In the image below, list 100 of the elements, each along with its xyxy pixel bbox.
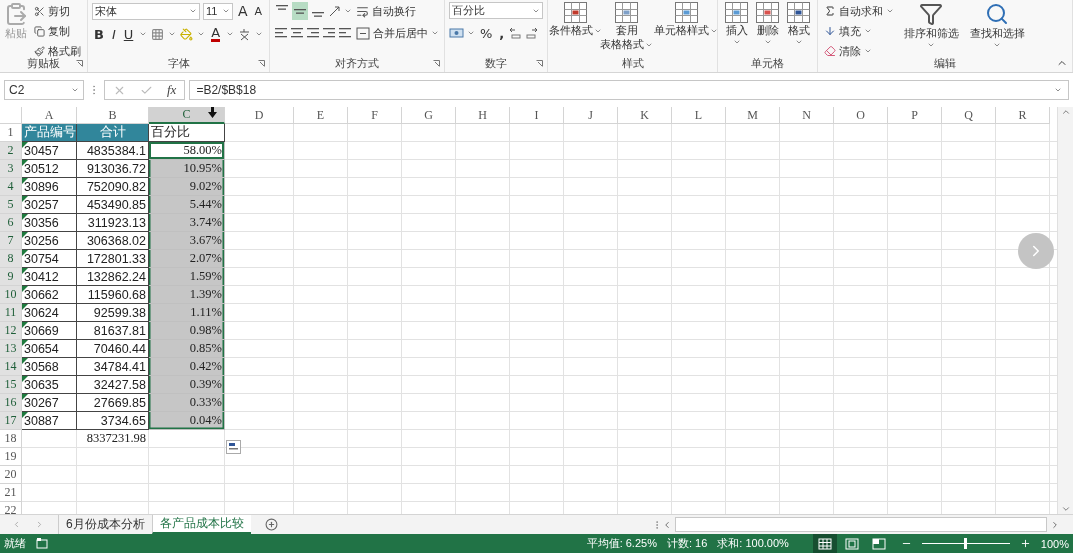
font-color-button[interactable]: A [209,25,223,43]
cells-button[interactable]: 删除 [753,2,782,46]
column-header[interactable]: L [672,107,726,124]
clear-button[interactable]: 清除 [822,42,896,60]
dialog-launcher-icon[interactable] [76,59,83,67]
row-header[interactable]: 11 [0,304,22,322]
underline-button[interactable]: U [121,25,136,43]
sheet-tab[interactable]: 各产品成本比较 [151,515,251,534]
dialog-launcher-icon[interactable] [433,59,440,67]
zoom-level[interactable]: 100% [1040,537,1069,550]
scroll-left-icon[interactable] [662,519,672,530]
currency-icon[interactable] [449,26,464,40]
column-header[interactable]: E [294,107,348,124]
zoom-in-icon[interactable] [1019,538,1031,549]
row-header[interactable]: 20 [0,466,22,484]
clipboard-button[interactable]: 复制 [32,22,83,40]
row-header[interactable]: 7 [0,232,22,250]
column-header[interactable]: Q [942,107,996,124]
column-header[interactable]: I [510,107,564,124]
dialog-launcher-icon[interactable] [258,59,265,67]
wrap-text-button[interactable]: 自动换行 [354,2,418,20]
row-header[interactable]: 10 [0,286,22,304]
row-header[interactable]: 15 [0,376,22,394]
scroll-down-icon[interactable] [1060,504,1071,514]
decrease-indent-icon[interactable] [322,26,336,40]
fill-color-icon[interactable] [180,27,194,41]
normal-view-icon[interactable] [812,534,837,553]
table-cell: 30267 [22,394,77,412]
font-family-field[interactable]: 宋体 [92,2,200,20]
align-right-icon[interactable] [306,26,320,40]
bold-button[interactable]: B [92,25,106,43]
horizontal-scrollbar[interactable] [675,517,1047,532]
cells-button[interactable]: 格式 [784,2,813,46]
comma-button[interactable]: , [497,24,507,42]
column-header[interactable]: A [22,107,77,124]
style-button[interactable]: 套用 表格格式 [600,2,653,51]
row-header[interactable]: 2 [0,142,22,160]
italic-button[interactable]: I [109,25,118,43]
column-header[interactable]: N [780,107,834,124]
autosum-button[interactable]: 自动求和 [822,2,896,20]
row-header[interactable]: 17 [0,412,22,430]
table-cell: 30896 [22,178,77,196]
column-header[interactable]: R [996,107,1050,124]
row-header[interactable]: 16 [0,394,22,412]
column-header[interactable]: M [726,107,780,124]
decrease-decimal-icon[interactable] [525,26,539,40]
add-sheet-icon[interactable] [264,518,278,531]
row-header[interactable]: 13 [0,340,22,358]
column-header[interactable]: D [225,107,294,124]
row-header[interactable]: 1 [0,124,22,142]
shrink-font-button[interactable]: A [252,2,265,20]
column-header[interactable]: K [618,107,672,124]
align-left-icon[interactable] [274,26,288,40]
clipboard-button[interactable]: 剪切 [32,2,83,20]
style-button[interactable]: 单元格样式 [655,2,717,37]
column-header[interactable]: G [402,107,456,124]
align-center-icon[interactable] [290,26,304,40]
column-header[interactable]: H [456,107,510,124]
row-header[interactable]: 9 [0,268,22,286]
vertical-align-button[interactable] [292,2,308,20]
row-header[interactable]: 21 [0,484,22,502]
row-header[interactable]: 14 [0,358,22,376]
dialog-launcher-icon[interactable] [536,59,543,67]
increase-indent-icon[interactable] [338,26,352,40]
row-header[interactable]: 12 [0,322,22,340]
vertical-scrollbar[interactable] [1057,107,1073,514]
merge-center-button[interactable]: 合并后居中 [354,24,441,42]
scroll-right-icon[interactable] [1050,519,1060,530]
column-header[interactable]: P [888,107,942,124]
formula-field[interactable]: =B2/$B$18 [189,80,1069,100]
insert-function-button[interactable]: fx [167,82,177,98]
column-header[interactable]: C [149,107,225,124]
row-header[interactable]: 6 [0,214,22,232]
sort-filter-button[interactable]: 排序和筛选 [900,2,962,49]
macro-record-icon[interactable] [36,538,48,549]
fill-button[interactable]: 填充 [822,22,896,40]
number-format-field[interactable]: 百分比 [449,2,543,19]
cells-button[interactable]: 插入 [722,2,751,46]
font-size-field[interactable]: 11 [203,2,233,20]
row-header[interactable]: 19 [0,448,22,466]
column-header[interactable]: J [564,107,618,124]
group-label: 字体 [167,55,190,71]
grow-font-button[interactable]: A [236,2,250,20]
zoom-thumb[interactable] [964,538,968,549]
quick-analysis-icon[interactable] [226,440,241,454]
percent-button[interactable]: % [478,24,495,42]
scroll-up-icon[interactable] [1060,107,1071,117]
name-box[interactable]: C2 [4,80,84,100]
borders-icon[interactable] [151,27,165,41]
find-select-button[interactable]: 查找和选择 [966,2,1028,49]
row-header[interactable]: 4 [0,178,22,196]
orientation-icon[interactable] [328,4,342,18]
row-header[interactable]: 5 [0,196,22,214]
column-header[interactable]: B [77,107,149,124]
column-header[interactable]: F [348,107,402,124]
row-header[interactable]: 8 [0,250,22,268]
column-header[interactable]: O [834,107,888,124]
row-header[interactable]: 18 [0,430,22,448]
increase-decimal-icon[interactable] [509,26,523,40]
row-header[interactable]: 3 [0,160,22,178]
